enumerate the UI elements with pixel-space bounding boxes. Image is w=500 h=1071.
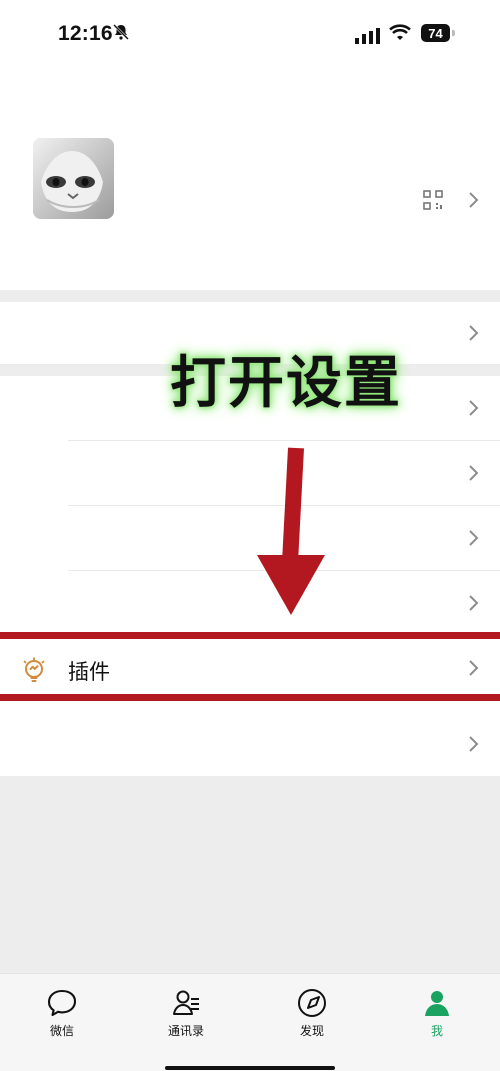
battery-icon: 74 [421,24,455,42]
tab-contacts[interactable]: 通讯录 [146,980,226,1050]
tab-chats[interactable]: 微信 [22,980,102,1050]
chat-bubble-icon [47,989,77,1017]
battery-level: 74 [421,24,450,42]
chevron-right-icon[interactable] [468,191,480,209]
row-divider [68,440,500,441]
chevron-right-icon[interactable] [468,735,480,753]
battery-tip [452,30,455,36]
chevron-right-icon[interactable] [468,324,480,342]
home-indicator [165,1066,335,1070]
plugin-label: 插件 [68,660,110,684]
plugin-bulb-icon [23,657,45,682]
open-settings-annotation: 打开设置 [170,351,402,416]
tab-contacts-label: 通讯录 [167,1024,204,1038]
tab-discover[interactable]: 发现 [272,980,352,1050]
status-bar: 12:16 74 [0,0,500,60]
highlight-line-top [0,632,500,639]
highlight-line-bottom [0,694,500,701]
chevron-right-icon[interactable] [468,594,480,612]
tab-me-label: 我 [430,1024,443,1038]
cat-avatar-icon[interactable] [33,138,114,219]
signal-icon [355,28,380,44]
chevron-right-icon[interactable] [468,529,480,547]
chevron-right-icon[interactable] [468,464,480,482]
status-time: 12:16 [58,22,113,45]
contacts-icon [173,990,199,1015]
chevron-right-icon[interactable] [468,659,480,677]
wifi-icon [389,24,411,40]
profile-card[interactable] [0,60,500,290]
tab-me[interactable]: 我 [397,980,477,1050]
tab-discover-label: 发现 [299,1024,324,1038]
red-arrow-head [257,555,325,615]
compass-icon [298,989,326,1017]
qr-code-icon[interactable] [423,190,443,210]
chevron-right-icon[interactable] [468,399,480,417]
person-icon [425,991,449,1016]
bell-off-icon [113,24,129,40]
menu-group [0,376,500,776]
tab-chats-label: 微信 [49,1024,74,1038]
bottom-tabbar: 微信 通讯录 发现 我 [0,973,500,1071]
